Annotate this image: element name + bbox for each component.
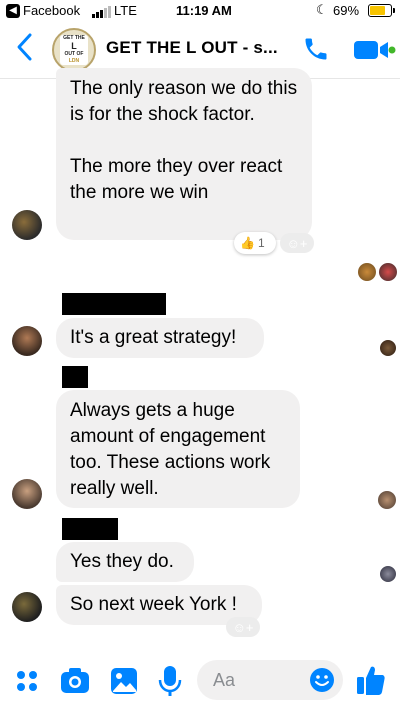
back-to-app-icon: ◀ xyxy=(6,3,20,18)
add-reaction-button[interactable]: ☺+ xyxy=(280,233,314,253)
gallery-button[interactable] xyxy=(110,667,138,695)
voice-call-button[interactable] xyxy=(302,34,330,64)
back-button[interactable] xyxy=(14,32,40,66)
redacted-sender-name xyxy=(62,293,166,315)
avatar[interactable] xyxy=(12,210,42,240)
reaction-count: 1 xyxy=(257,236,265,250)
seen-avatar xyxy=(380,340,396,356)
status-bar: ◀ Facebook LTE 11:19 AM ☾ 69% xyxy=(0,0,400,22)
message-bubble[interactable]: Always gets a huge amount of engagement … xyxy=(56,390,300,508)
battery-icon xyxy=(368,4,392,17)
like-button[interactable] xyxy=(356,664,386,696)
group-logo-text: GET THE L OUT OF LDN xyxy=(60,35,88,65)
group-avatar[interactable]: GET THE L OUT OF LDN xyxy=(52,28,96,72)
conversation-title[interactable]: GET THE L OUT - s... xyxy=(106,38,278,58)
chevron-left-icon xyxy=(17,33,32,61)
voice-message-button[interactable] xyxy=(158,665,182,697)
image-icon xyxy=(111,668,137,694)
seen-avatar xyxy=(378,491,396,509)
video-camera-icon xyxy=(354,41,396,59)
seen-avatar xyxy=(380,566,396,582)
network-type: LTE xyxy=(114,3,137,18)
avatar[interactable] xyxy=(12,479,42,509)
message-bubble[interactable]: It's a great strategy! xyxy=(56,318,264,358)
more-actions-button[interactable] xyxy=(16,670,38,692)
message-input[interactable]: Aa xyxy=(197,660,343,700)
battery-percent: 69% xyxy=(333,3,360,18)
reaction-badge[interactable]: 👍 1 xyxy=(234,232,276,254)
thumbs-up-icon: 👍 xyxy=(240,236,255,250)
camera-button[interactable] xyxy=(60,667,90,695)
smiley-plus-icon: ☺+ xyxy=(232,619,254,635)
thumbs-up-icon xyxy=(357,666,385,695)
message-input-placeholder: Aa xyxy=(213,670,236,690)
back-to-app[interactable]: ◀ Facebook xyxy=(6,3,80,18)
message-bubble[interactable]: Yes they do. xyxy=(56,542,194,582)
smiley-icon xyxy=(310,668,334,692)
do-not-disturb-icon: ☾ xyxy=(316,2,328,17)
battery-tip xyxy=(393,8,395,13)
redacted-sender-name xyxy=(62,366,88,388)
phone-icon xyxy=(305,38,327,60)
four-dots-icon xyxy=(17,671,37,691)
clock: 11:19 AM xyxy=(176,3,232,18)
back-to-app-label: Facebook xyxy=(23,3,81,18)
emoji-button[interactable] xyxy=(309,667,335,693)
seen-avatar xyxy=(379,263,397,281)
add-reaction-button[interactable]: ☺+ xyxy=(226,617,260,637)
signal-icon xyxy=(92,6,111,18)
microphone-icon xyxy=(158,666,182,696)
message-bubble[interactable]: The only reason we do this is for the sh… xyxy=(56,68,312,240)
seen-avatar xyxy=(358,263,376,281)
composer-bar: Aa xyxy=(0,654,400,711)
avatar[interactable] xyxy=(12,592,42,622)
video-call-button[interactable] xyxy=(352,38,396,62)
camera-icon xyxy=(61,668,89,693)
avatar[interactable] xyxy=(12,326,42,356)
redacted-sender-name xyxy=(62,518,118,540)
smiley-plus-icon: ☺+ xyxy=(286,235,308,251)
